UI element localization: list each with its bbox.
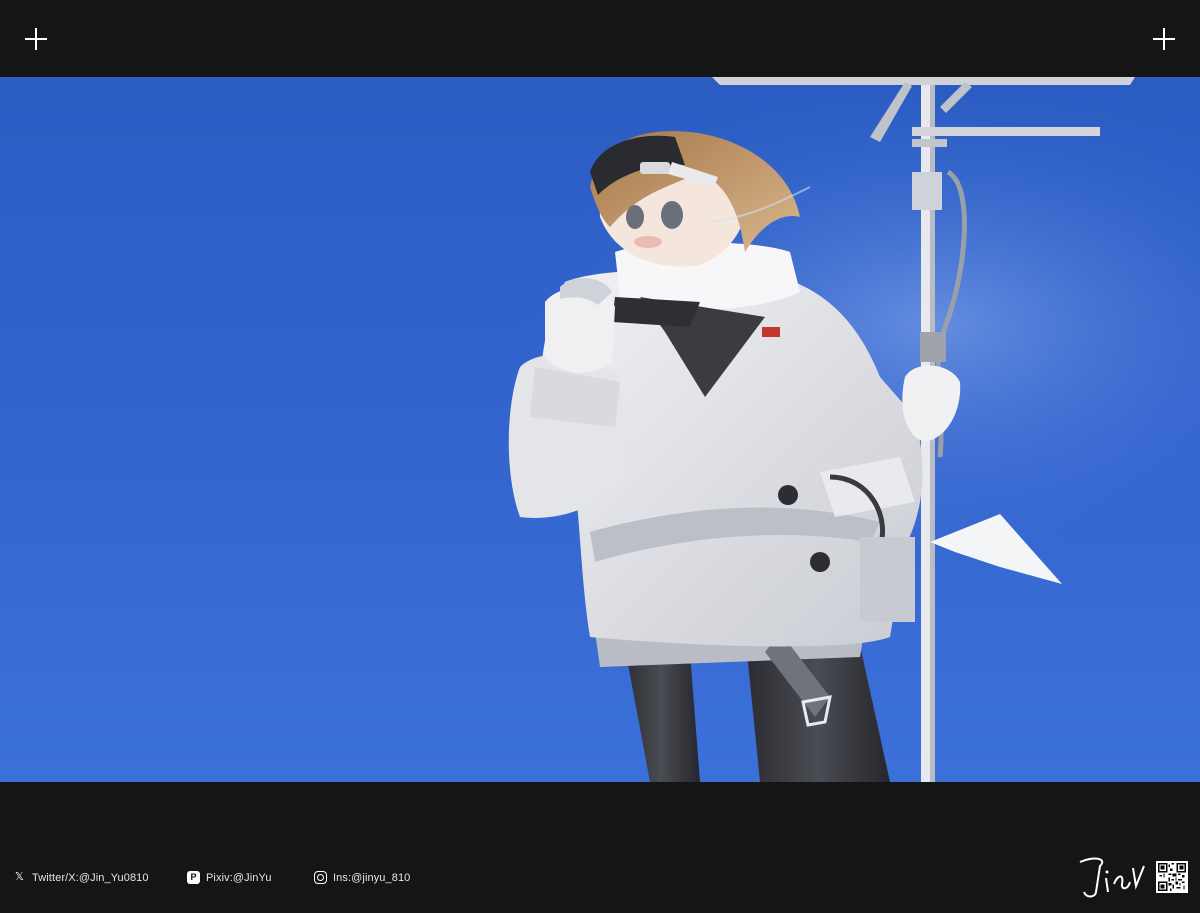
x-logo-icon: 𝕏 [15, 871, 24, 883]
qr-code-icon [1156, 861, 1188, 893]
twitter-label: Twitter/X:@Jin_Yu0810 [32, 871, 149, 884]
twitter-link[interactable]: 𝕏 Twitter/X:@Jin_Yu0810 [13, 871, 149, 884]
instagram-icon [314, 871, 327, 884]
pixiv-link[interactable]: P Pixiv:@JinYu [187, 871, 272, 884]
footer-bar: 𝕏 Twitter/X:@Jin_Yu0810 P Pixiv:@JinYu I… [0, 782, 1200, 913]
artist-signature [1078, 852, 1148, 902]
pixiv-icon: P [187, 871, 200, 884]
pixiv-label: Pixiv:@JinYu [206, 871, 272, 884]
illustration [0, 77, 1200, 782]
instagram-link[interactable]: Ins:@jinyu_810 [314, 871, 410, 884]
plus-icon [25, 28, 47, 50]
plus-icon [1153, 28, 1175, 50]
image-frame: 𝕏 Twitter/X:@Jin_Yu0810 P Pixiv:@JinYu I… [0, 0, 1200, 913]
instagram-label: Ins:@jinyu_810 [333, 871, 411, 884]
